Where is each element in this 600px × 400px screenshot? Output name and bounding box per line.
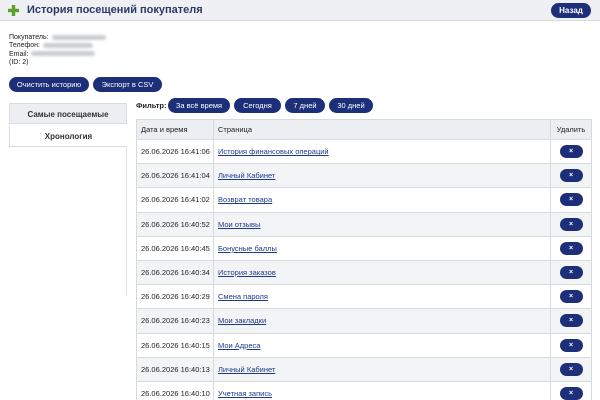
page-link[interactable]: Личный Кабинет bbox=[218, 171, 275, 180]
page-title: История посещений покупателя bbox=[27, 4, 203, 16]
page-link[interactable]: Личный Кабинет bbox=[218, 365, 275, 374]
row-delete-cell: × bbox=[550, 308, 592, 334]
back-button[interactable]: Назад bbox=[551, 3, 591, 18]
row-page-cell: Личный Кабинет bbox=[213, 163, 551, 189]
row-delete-cell: × bbox=[550, 211, 592, 237]
row-datetime: 26.06.2026 16:41:04 bbox=[136, 163, 214, 189]
buyer-phone-line: Телефон: bbox=[9, 42, 106, 50]
clear-history-button[interactable]: Очистить историю bbox=[9, 77, 89, 92]
table-row: 26.06.2026 16:40:23 Мои закладки × bbox=[136, 308, 592, 334]
table-row: 26.06.2026 16:40:13 Личный Кабинет × bbox=[136, 356, 592, 382]
row-delete-cell: × bbox=[550, 187, 592, 213]
row-page-cell: История финансовых операций bbox=[213, 138, 551, 165]
row-delete-cell: × bbox=[550, 138, 592, 165]
row-delete-cell: × bbox=[550, 163, 592, 189]
page-link[interactable]: История финансовых операций bbox=[218, 147, 329, 156]
page-link[interactable]: Учетная запись bbox=[218, 389, 272, 398]
buyer-phone-label: Телефон: bbox=[9, 42, 40, 50]
row-datetime: 26.06.2026 16:41:02 bbox=[136, 187, 214, 213]
row-datetime: 26.06.2026 16:41:06 bbox=[136, 138, 214, 165]
row-page-cell: История заказов bbox=[213, 259, 551, 286]
filter-30-days-button[interactable]: 30 дней bbox=[329, 98, 373, 113]
row-datetime: 26.06.2026 16:40:10 bbox=[136, 380, 214, 400]
delete-button[interactable]: × bbox=[559, 362, 583, 376]
column-header-delete: Удалить bbox=[550, 119, 592, 140]
page-link[interactable]: Возврат товара bbox=[218, 195, 272, 204]
row-delete-cell: × bbox=[550, 332, 592, 358]
plus-icon bbox=[8, 5, 19, 16]
row-delete-cell: × bbox=[550, 380, 592, 400]
column-header-datetime: Дата и время bbox=[136, 119, 214, 140]
buyer-id: (ID: 2) bbox=[9, 58, 29, 66]
row-page-cell: Смена пароля bbox=[213, 284, 551, 310]
table-row: 26.06.2026 16:40:34 История заказов × bbox=[136, 259, 592, 286]
row-delete-cell: × bbox=[550, 284, 592, 310]
page-link[interactable]: Мои Адреса bbox=[218, 341, 260, 350]
delete-button[interactable]: × bbox=[559, 217, 583, 231]
row-delete-cell: × bbox=[550, 356, 592, 382]
delete-button[interactable]: × bbox=[559, 314, 583, 328]
tabs-divider bbox=[126, 146, 127, 296]
buyer-name-label: Покупатель: bbox=[9, 34, 49, 41]
buyer-email-label: Email: bbox=[9, 50, 29, 58]
table-row: 26.06.2026 16:41:04 Личный Кабинет × bbox=[136, 163, 592, 189]
delete-button[interactable]: × bbox=[559, 241, 583, 255]
row-page-cell: Мои закладки bbox=[213, 308, 551, 334]
delete-button[interactable]: × bbox=[559, 290, 583, 304]
column-header-page: Страница bbox=[213, 119, 551, 140]
filter-all-time-button[interactable]: За всё время bbox=[168, 98, 230, 113]
buyer-name-line: Покупатель: bbox=[9, 34, 106, 42]
delete-button[interactable]: × bbox=[559, 169, 583, 183]
filter-today-button[interactable]: Сегодня bbox=[234, 98, 281, 113]
row-page-cell: Личный Кабинет bbox=[213, 356, 551, 382]
delete-button[interactable]: × bbox=[559, 338, 583, 352]
tab-most-visited[interactable]: Самые посещаемые bbox=[9, 103, 127, 124]
table-row: 26.06.2026 16:40:29 Смена пароля × bbox=[136, 284, 592, 310]
delete-button[interactable]: × bbox=[559, 145, 583, 159]
delete-button[interactable]: × bbox=[559, 266, 583, 280]
page-link[interactable]: Мои отзывы bbox=[218, 220, 260, 229]
buyer-email-blurred bbox=[31, 51, 96, 57]
page-link[interactable]: История заказов bbox=[218, 268, 276, 277]
row-page-cell: Учетная запись bbox=[213, 380, 551, 400]
row-datetime: 26.06.2026 16:40:52 bbox=[136, 211, 214, 237]
buyer-email-line: Email: bbox=[9, 51, 106, 59]
delete-button[interactable]: × bbox=[559, 386, 583, 400]
row-datetime: 26.06.2026 16:40:29 bbox=[136, 284, 214, 310]
page-link[interactable]: Мои закладки bbox=[218, 316, 266, 325]
row-delete-cell: × bbox=[550, 259, 592, 286]
view-tabs: Самые посещаемые Хронология bbox=[9, 103, 127, 147]
table-row: 26.06.2026 16:41:02 Возврат товара × bbox=[136, 187, 592, 213]
row-page-cell: Мои Адреса bbox=[213, 332, 551, 358]
row-datetime: 26.06.2026 16:40:34 bbox=[136, 259, 214, 286]
export-csv-button[interactable]: Экспорт в CSV bbox=[93, 77, 162, 92]
table-row: 26.06.2026 16:40:15 Мои Адреса × bbox=[136, 332, 592, 358]
buyer-info: Покупатель: Телефон: Email: (ID: 2) bbox=[9, 34, 106, 67]
row-datetime: 26.06.2026 16:40:23 bbox=[136, 308, 214, 334]
history-table: Дата и время Страница Удалить 26.06.2026… bbox=[136, 119, 592, 400]
filter-label: Фильтр: bbox=[136, 101, 167, 110]
buyer-name-blurred bbox=[51, 34, 106, 40]
row-delete-cell: × bbox=[550, 235, 592, 261]
row-datetime: 26.06.2026 16:40:45 bbox=[136, 235, 214, 261]
delete-button[interactable]: × bbox=[559, 193, 583, 207]
buyer-phone-blurred bbox=[42, 42, 93, 48]
table-row: 26.06.2026 16:40:10 Учетная запись × bbox=[136, 380, 592, 400]
table-row: 26.06.2026 16:41:06 История финансовых о… bbox=[136, 138, 592, 165]
row-datetime: 26.06.2026 16:40:13 bbox=[136, 356, 214, 382]
page-link[interactable]: Бонусные баллы bbox=[218, 244, 277, 253]
row-page-cell: Возврат товара bbox=[213, 187, 551, 213]
tab-chronology[interactable]: Хронология bbox=[9, 126, 127, 147]
row-page-cell: Бонусные баллы bbox=[213, 235, 551, 261]
page-link[interactable]: Смена пароля bbox=[218, 292, 268, 301]
table-row: 26.06.2026 16:40:45 Бонусные баллы × bbox=[136, 235, 592, 261]
row-page-cell: Мои отзывы bbox=[213, 211, 551, 237]
table-header-row: Дата и время Страница Удалить bbox=[136, 119, 592, 140]
filter-7-days-button[interactable]: 7 дней bbox=[285, 98, 325, 113]
table-row: 26.06.2026 16:40:52 Мои отзывы × bbox=[136, 211, 592, 237]
page-header: История посещений покупателя Назад bbox=[0, 0, 600, 21]
row-datetime: 26.06.2026 16:40:15 bbox=[136, 332, 214, 358]
